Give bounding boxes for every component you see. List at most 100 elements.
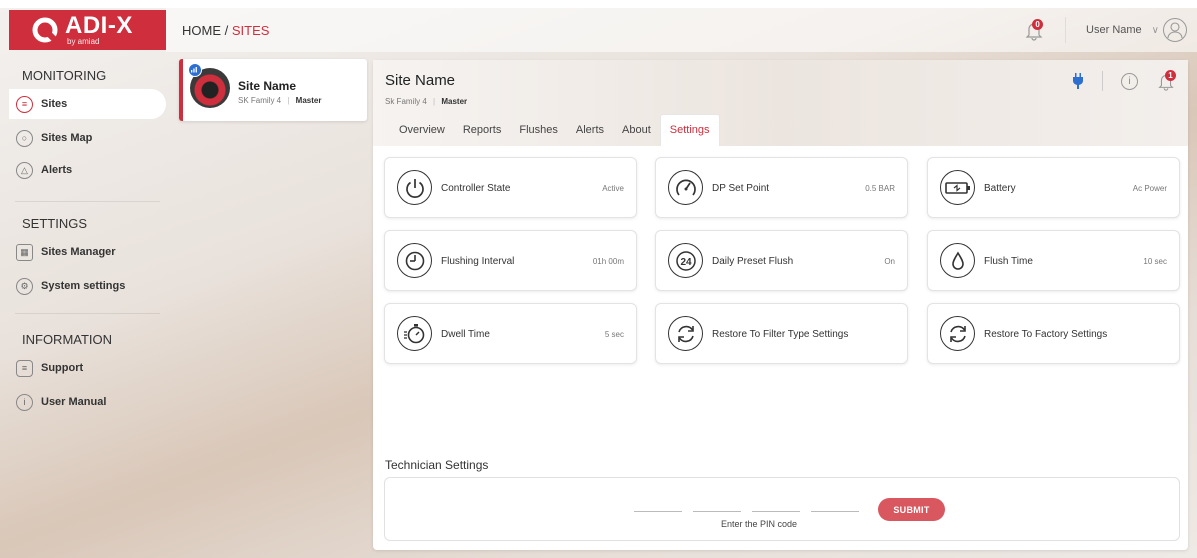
tab-settings[interactable]: Settings (659, 114, 720, 146)
card-label: Restore To Factory Settings (984, 329, 1108, 340)
gear-icon: ⚙ (16, 277, 33, 295)
app-logo[interactable]: ADI-X by amiad (9, 10, 166, 50)
info-icon: i (16, 393, 33, 411)
logo-mark-icon (32, 17, 59, 44)
setting-card-dp-set-point[interactable]: DP Set Point 0.5 BAR (655, 157, 908, 218)
svg-text:24: 24 (680, 257, 692, 268)
setting-card-dwell-time[interactable]: Dwell Time 5 sec (384, 303, 637, 364)
setting-card-restore-filter-type[interactable]: Restore To Filter Type Settings (655, 303, 908, 364)
restore-icon (668, 316, 703, 351)
logo-text: ADI-X (65, 12, 133, 39)
notifications-bell-icon[interactable]: 0 (1023, 19, 1045, 41)
gauge-icon (668, 170, 703, 205)
site-detail-panel: Site Name Sk Family 4 | Master i 1 Overv… (373, 60, 1188, 550)
sidebar-divider (15, 201, 160, 202)
site-tabs: Overview Reports Flushes Alerts About Se… (387, 114, 720, 146)
site-role: Master (441, 97, 468, 106)
sites-icon: ≡ (16, 95, 33, 113)
sidebar: MONITORING ≡ Sites ○ Sites Map △ Alerts … (9, 52, 166, 558)
technician-settings-title: Technician Settings (385, 458, 489, 472)
pin-digit-2[interactable] (693, 511, 741, 512)
sites-manager-icon: ▦ (16, 243, 33, 261)
site-role: Master (295, 96, 322, 105)
sidebar-item-alerts[interactable]: △ Alerts (9, 155, 166, 185)
card-value: 01h 00m (592, 257, 624, 266)
tab-about[interactable]: About (613, 123, 660, 146)
breadcrumb-home[interactable]: HOME / (182, 23, 228, 38)
site-detail-meta: Sk Family 4 | Master (385, 97, 468, 106)
site-detail-header: Site Name Sk Family 4 | Master i 1 Overv… (373, 60, 1188, 146)
user-name[interactable]: User Name (1086, 24, 1142, 36)
sidebar-item-label: System settings (41, 280, 126, 292)
24h-icon: 24 (668, 243, 703, 278)
power-icon (397, 170, 432, 205)
sidebar-divider (15, 313, 160, 314)
card-label: Flushing Interval (441, 256, 515, 267)
pin-digit-1[interactable] (634, 511, 682, 512)
setting-card-controller-state[interactable]: Controller State Active (384, 157, 637, 218)
header-divider (1102, 71, 1103, 91)
card-label: Flush Time (984, 256, 1033, 267)
alert-badge: 1 (1165, 70, 1176, 81)
site-list-item[interactable]: Site Name SK Family 4 | Master (179, 59, 367, 121)
map-icon: ○ (16, 129, 33, 147)
section-title-settings: SETTINGS (22, 216, 88, 231)
notification-badge: 0 (1032, 19, 1044, 30)
sidebar-item-support[interactable]: ≡ Support (9, 353, 166, 383)
sidebar-item-label: User Manual (41, 396, 107, 408)
pin-digit-4[interactable] (811, 511, 859, 512)
card-label: Battery (984, 183, 1016, 194)
top-strip (0, 0, 1197, 8)
setting-card-battery[interactable]: Battery Ac Power (927, 157, 1180, 218)
pin-digit-3[interactable] (752, 511, 800, 512)
card-label: Controller State (441, 183, 511, 194)
tab-reports[interactable]: Reports (454, 123, 511, 146)
sidebar-item-label: Alerts (41, 164, 73, 176)
chevron-down-icon[interactable]: ∨ (1152, 25, 1159, 36)
section-title-monitoring: MONITORING (22, 68, 107, 83)
site-meta: SK Family 4 | Master (238, 96, 322, 105)
sidebar-item-system-settings[interactable]: ⚙ System settings (9, 271, 166, 301)
card-label: DP Set Point (712, 183, 770, 194)
card-value: On (884, 257, 895, 266)
submit-button[interactable]: SUBMIT (878, 498, 945, 521)
card-label: Daily Preset Flush (712, 256, 794, 267)
tab-alerts[interactable]: Alerts (567, 123, 613, 146)
site-alerts-bell-icon[interactable]: 1 (1156, 70, 1176, 91)
sidebar-item-sites-manager[interactable]: ▦ Sites Manager (9, 237, 166, 267)
setting-card-flush-time[interactable]: Flush Time 10 sec (927, 230, 1180, 291)
user-avatar-icon[interactable] (1163, 18, 1187, 42)
pin-hint: Enter the PIN code (721, 519, 798, 529)
card-value: 0.5 BAR (865, 184, 895, 193)
top-header: HOME / SITES 0 User Name ∨ (166, 8, 1197, 52)
battery-icon (940, 170, 975, 205)
sidebar-item-sites[interactable]: ≡ Sites (9, 89, 166, 119)
sidebar-item-user-manual[interactable]: i User Manual (9, 387, 166, 417)
card-value: 10 sec (1143, 257, 1167, 266)
card-label: Restore To Filter Type Settings (712, 329, 849, 340)
tab-flushes[interactable]: Flushes (510, 123, 567, 146)
tab-overview[interactable]: Overview (387, 123, 454, 146)
breadcrumb-current: SITES (231, 22, 270, 38)
site-name: Site Name (238, 79, 297, 93)
water-drop-icon (940, 243, 975, 278)
card-value: 5 sec (604, 330, 624, 339)
chat-icon: ≡ (16, 359, 33, 377)
card-label: Dwell Time (441, 329, 490, 340)
setting-card-flushing-interval[interactable]: Flushing Interval 01h 00m (384, 230, 637, 291)
signal-icon (188, 63, 202, 77)
clock-icon (397, 243, 432, 278)
sidebar-item-label: Sites Manager (41, 246, 116, 258)
card-value: Active (602, 184, 624, 193)
setting-card-daily-preset-flush[interactable]: 24 Daily Preset Flush On (655, 230, 908, 291)
info-icon[interactable]: i (1121, 72, 1138, 90)
section-title-information: INFORMATION (22, 332, 113, 347)
breadcrumb: HOME / SITES (182, 23, 269, 38)
bell-icon: △ (16, 161, 33, 179)
site-family: Sk Family 4 (385, 97, 427, 106)
restore-icon (940, 316, 975, 351)
page-title: Site Name (385, 72, 456, 89)
setting-card-restore-factory[interactable]: Restore To Factory Settings (927, 303, 1180, 364)
sidebar-item-label: Sites Map (41, 132, 93, 144)
sidebar-item-sites-map[interactable]: ○ Sites Map (9, 123, 166, 153)
